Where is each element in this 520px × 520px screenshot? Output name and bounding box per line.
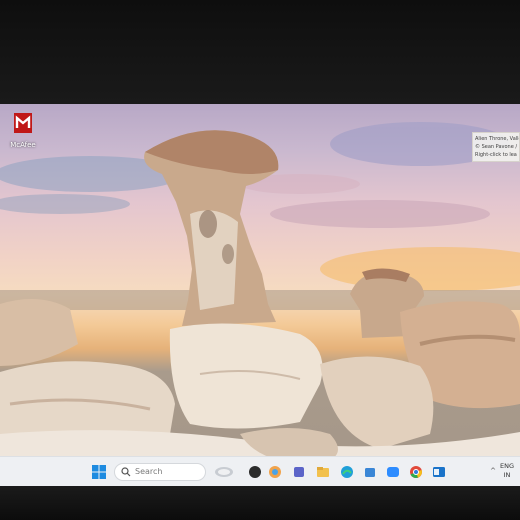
spotlight-line: Right-click to lea [475, 152, 517, 158]
file-explorer-icon[interactable] [316, 465, 330, 479]
windows-start-icon[interactable] [92, 465, 106, 479]
search-icon [121, 467, 131, 477]
tray-overflow-chevron-icon[interactable]: ^ [490, 467, 496, 475]
desktop-shortcut-mcafee[interactable]: McAfee [4, 110, 42, 149]
language-region: IN [503, 471, 511, 479]
language-indicator[interactable]: ENG IN [500, 462, 514, 480]
outlook-icon[interactable] [432, 465, 446, 479]
monitor-bezel-bottom [0, 486, 520, 520]
search-placeholder: Search [135, 467, 163, 476]
spotlight-line: Alien Throne, Valle [475, 136, 520, 142]
copilot-icon[interactable] [248, 465, 262, 479]
store-icon[interactable] [363, 465, 377, 479]
chrome-icon[interactable] [409, 465, 423, 479]
language-code: ENG [499, 462, 514, 470]
edge-icon[interactable] [340, 465, 354, 479]
teams-icon[interactable] [292, 465, 306, 479]
desktop[interactable]: McAfee Alien Throne, Valle © Sean Pavone… [0, 104, 520, 486]
spotlight-info-box[interactable]: Alien Throne, Valle © Sean Pavone / Righ… [472, 132, 520, 162]
wallpaper [0, 122, 520, 486]
zoom-icon[interactable] [386, 465, 400, 479]
spotlight-line: © Sean Pavone / [475, 144, 518, 150]
widgets-icon[interactable] [214, 465, 234, 479]
monitor-bezel-top [0, 0, 520, 104]
taskbar: Search ^ ENG IN [0, 456, 520, 487]
desktop-shortcut-label: McAfee [10, 141, 36, 149]
mcafee-icon [14, 113, 32, 133]
task-view-icon[interactable] [268, 465, 282, 479]
taskbar-search-box[interactable]: Search [114, 463, 206, 481]
